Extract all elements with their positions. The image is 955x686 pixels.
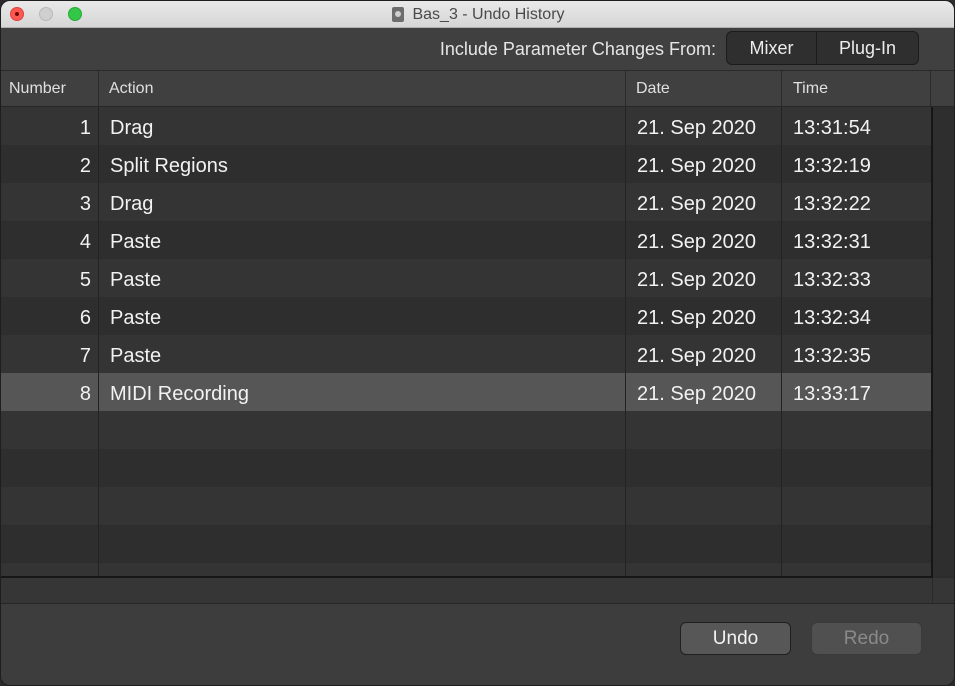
table-row[interactable]: 2 Split Regions 21. Sep 2020 13:32:19 <box>1 145 931 183</box>
column-divider <box>98 107 99 576</box>
table-body[interactable]: 1 Drag 21. Sep 2020 13:31:54 2 Split Regions 2… <box>1 107 931 576</box>
column-header-number[interactable]: Number <box>1 71 99 107</box>
row-action: Paste <box>110 231 162 253</box>
table-row[interactable]: 5 Paste 21. Sep 2020 13:32:33 <box>1 259 931 297</box>
row-action: Paste <box>110 269 162 291</box>
horizontal-scrollbar[interactable] <box>1 578 954 604</box>
table-row[interactable]: 1 Drag 21. Sep 2020 13:31:54 <box>1 107 931 145</box>
empty-row <box>1 563 931 576</box>
empty-row <box>1 525 931 563</box>
column-header-action[interactable]: Action <box>99 71 626 107</box>
undo-history-window: Bas_3 - Undo History Include Parameter C… <box>0 0 955 686</box>
parameter-source-segmented-control: Mixer Plug-In <box>726 31 919 65</box>
plug-in-segment-button[interactable]: Plug-In <box>817 32 918 64</box>
row-number: 1 <box>79 117 91 139</box>
project-document-icon <box>392 7 405 22</box>
table-header: Number Action Date Time <box>1 71 954 107</box>
row-date: 21. Sep 2020 <box>637 155 756 177</box>
column-header-date[interactable]: Date <box>626 71 782 107</box>
undo-history-table: Number Action Date Time 1 Drag 21. Sep 202… <box>1 71 954 604</box>
row-action: Paste <box>110 307 162 329</box>
row-time: 13:32:35 <box>793 345 871 367</box>
redo-button[interactable]: Redo <box>811 622 922 655</box>
row-date: 21. Sep 2020 <box>637 307 756 329</box>
row-date: 21. Sep 2020 <box>637 345 756 367</box>
row-action: Paste <box>110 345 162 367</box>
empty-row <box>1 487 931 525</box>
empty-row <box>1 411 931 449</box>
row-time: 13:32:19 <box>793 155 871 177</box>
row-number: 6 <box>79 307 91 329</box>
row-action: Drag <box>110 193 154 215</box>
row-number: 3 <box>79 193 91 215</box>
row-time: 13:32:33 <box>793 269 871 291</box>
scrollbar-corner <box>932 578 954 603</box>
row-number: 7 <box>79 345 91 367</box>
toolbar: Include Parameter Changes From: Mixer Pl… <box>1 28 954 71</box>
table-row[interactable]: 8 MIDI Recording 21. Sep 2020 13:33:17 <box>1 373 931 411</box>
row-date: 21. Sep 2020 <box>637 383 756 405</box>
row-action: Drag <box>110 117 154 139</box>
table-row[interactable]: 6 Paste 21. Sep 2020 13:32:34 <box>1 297 931 335</box>
row-number: 4 <box>79 231 91 253</box>
vertical-scrollbar[interactable] <box>931 107 954 576</box>
table-row[interactable]: 4 Paste 21. Sep 2020 13:32:31 <box>1 221 931 259</box>
window-title: Bas_3 - Undo History <box>412 5 565 23</box>
column-header-time[interactable]: Time <box>782 71 931 107</box>
column-divider <box>625 107 626 576</box>
table-row[interactable]: 3 Drag 21. Sep 2020 13:32:22 <box>1 183 931 221</box>
row-number: 2 <box>79 155 91 177</box>
row-date: 21. Sep 2020 <box>637 117 756 139</box>
row-time: 13:31:54 <box>793 117 871 139</box>
row-time: 13:32:34 <box>793 307 871 329</box>
row-date: 21. Sep 2020 <box>637 193 756 215</box>
mixer-segment-button[interactable]: Mixer <box>727 32 817 64</box>
row-number: 5 <box>79 269 91 291</box>
row-time: 13:33:17 <box>793 383 871 405</box>
row-time: 13:32:31 <box>793 231 871 253</box>
empty-row <box>1 449 931 487</box>
row-time: 13:32:22 <box>793 193 871 215</box>
row-action: Split Regions <box>110 155 228 177</box>
window-title-group: Bas_3 - Undo History <box>1 1 954 28</box>
footer: Undo Redo <box>1 604 954 685</box>
undo-button[interactable]: Undo <box>680 622 791 655</box>
include-parameter-changes-label: Include Parameter Changes From: <box>439 39 716 59</box>
table-row[interactable]: 7 Paste 21. Sep 2020 13:32:35 <box>1 335 931 373</box>
column-divider <box>781 107 782 576</box>
title-bar[interactable]: Bas_3 - Undo History <box>1 1 954 28</box>
row-date: 21. Sep 2020 <box>637 231 756 253</box>
row-action: MIDI Recording <box>110 383 249 405</box>
row-number: 8 <box>79 383 91 405</box>
row-date: 21. Sep 2020 <box>637 269 756 291</box>
